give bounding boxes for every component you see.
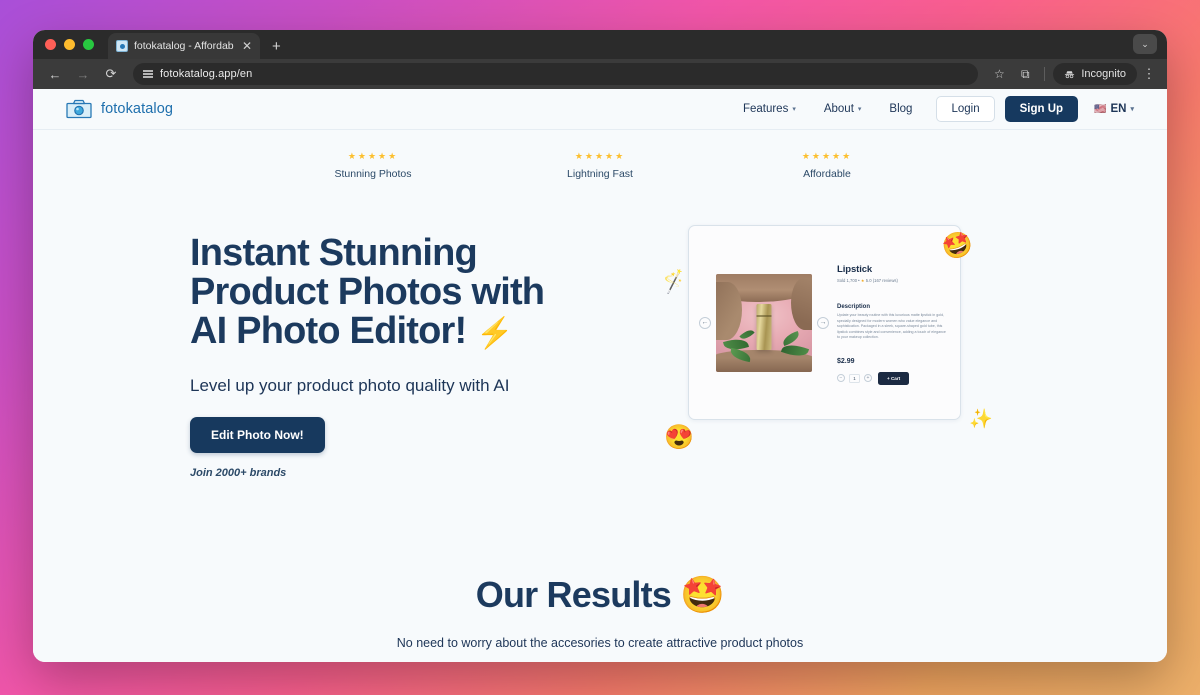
browser-tab[interactable]: fotokatalog - Affordable and ✕ bbox=[108, 33, 260, 59]
results-subtitle: No need to worry about the accesories to… bbox=[396, 636, 804, 651]
nav-item-blog[interactable]: Blog bbox=[875, 103, 926, 115]
reload-button[interactable]: ⟳ bbox=[99, 62, 123, 86]
language-selector[interactable]: 🇺🇸 EN ▾ bbox=[1094, 103, 1134, 115]
nav-item-features[interactable]: Features ▾ bbox=[729, 103, 810, 115]
minimize-window-button[interactable] bbox=[64, 39, 75, 50]
hero-section: Instant Stunning Product Photos with AI … bbox=[33, 180, 1167, 479]
nav-label: About bbox=[823, 103, 854, 115]
trust-badge: ★★★★★ Stunning Photos bbox=[283, 151, 463, 181]
nav-label: Blog bbox=[889, 103, 913, 115]
page-content: fotokatalog Features ▾ About ▾ Blog Logi… bbox=[33, 89, 1167, 662]
add-to-cart-button[interactable]: + Cart bbox=[878, 371, 910, 385]
share-icon[interactable]: ⧉ bbox=[1014, 63, 1036, 85]
tab-strip: fotokatalog - Affordable and ✕ + ⌄ bbox=[33, 30, 1167, 59]
product-photo bbox=[716, 273, 812, 372]
description-body: Update your beauty routine with this lux… bbox=[837, 313, 946, 340]
description-heading: Description bbox=[837, 304, 871, 311]
hero-subtitle: Level up your product photo quality with… bbox=[190, 376, 510, 396]
incognito-indicator[interactable]: Incognito bbox=[1053, 63, 1137, 85]
trust-label: Lightning Fast bbox=[567, 168, 633, 180]
tab-title: fotokatalog - Affordable and bbox=[134, 40, 234, 52]
product-sold-count: Sold 1,700 • bbox=[837, 278, 861, 284]
browser-window: fotokatalog - Affordable and ✕ + ⌄ ← → ⟳… bbox=[33, 30, 1167, 662]
trust-badge: ★★★★★ Lightning Fast bbox=[510, 151, 690, 181]
back-button[interactable]: ← bbox=[43, 62, 67, 86]
browser-toolbar: ← → ⟳ fotokatalog.app/en ☆ ⧉ Incognito ⋮ bbox=[33, 59, 1167, 89]
incognito-hat-icon bbox=[1065, 70, 1075, 78]
hero-title-line-1: Instant Stunning bbox=[190, 232, 478, 274]
trust-badge: ★★★★★ Affordable bbox=[737, 151, 917, 181]
login-button[interactable]: Login bbox=[936, 96, 995, 122]
quantity-increase-icon[interactable]: + bbox=[864, 374, 872, 383]
chevron-down-icon: ▾ bbox=[857, 106, 862, 113]
star-rating-icon: ★★★★★ bbox=[347, 151, 399, 161]
maximize-window-button[interactable] bbox=[83, 39, 94, 50]
trust-badges-row: ★★★★★ Stunning Photos ★★★★★ Lightning Fa… bbox=[33, 130, 1167, 181]
lightning-bolt-icon: ⚡ bbox=[476, 317, 513, 351]
us-flag-icon: 🇺🇸 bbox=[1094, 103, 1107, 115]
trust-label: Stunning Photos bbox=[334, 168, 412, 180]
hero-title-line-3: AI Photo Editor! bbox=[190, 310, 467, 353]
forward-button[interactable]: → bbox=[71, 62, 95, 86]
site-navigation: Features ▾ About ▾ Blog Login Sign Up 🇺🇸… bbox=[729, 96, 1134, 122]
brand-name: fotokatalog bbox=[101, 101, 174, 117]
heart-eyes-emoji-icon: 😍 bbox=[664, 424, 694, 452]
toolbar-divider bbox=[1044, 67, 1046, 81]
results-title-text: Our Results bbox=[475, 574, 672, 616]
camera-favicon-icon bbox=[116, 40, 128, 52]
page-title: Instant Stunning Product Photos with AI … bbox=[190, 232, 650, 353]
gallery-next-icon[interactable]: → bbox=[817, 316, 829, 329]
product-meta: Sold 1,700 • ★ 5.0 (167 reviews) bbox=[837, 278, 946, 283]
site-settings-icon[interactable] bbox=[143, 70, 153, 78]
quantity-decrease-icon[interactable]: − bbox=[837, 374, 845, 383]
chevron-down-icon[interactable]: ⌄ bbox=[1133, 34, 1157, 54]
product-gallery: ← → bbox=[699, 273, 829, 372]
hero-title-line-2: Product Photos with bbox=[190, 271, 545, 314]
site-header: fotokatalog Features ▾ About ▾ Blog Logi… bbox=[33, 89, 1167, 130]
new-tab-button[interactable]: + bbox=[272, 38, 281, 55]
browser-menu-icon[interactable]: ⋮ bbox=[1141, 66, 1157, 82]
quantity-value[interactable]: 1 bbox=[849, 373, 860, 383]
brands-count-text: Join 2000+ brands bbox=[190, 467, 287, 480]
signup-button[interactable]: Sign Up bbox=[1004, 96, 1079, 122]
chevron-down-icon: ▾ bbox=[1130, 106, 1134, 113]
brand-logo[interactable]: fotokatalog bbox=[66, 99, 173, 119]
chevron-down-icon: ▾ bbox=[792, 106, 796, 113]
product-price: $2.99 bbox=[837, 357, 855, 365]
magic-wand-icon: 🪄 bbox=[660, 268, 690, 297]
quantity-stepper[interactable]: − 1 + bbox=[837, 373, 872, 383]
product-details: Lipstick Sold 1,700 • ★ 5.0 (167 reviews… bbox=[837, 260, 950, 385]
hero-visual-column: ← → Lipstick Sold 1,700 • ★ 5.0 (167 rev… bbox=[660, 220, 993, 479]
close-tab-icon[interactable]: ✕ bbox=[240, 40, 254, 52]
star-rating-icon: ★★★★★ bbox=[574, 151, 626, 161]
results-section: Our Results 🤩 No need to worry about the… bbox=[33, 574, 1167, 650]
trust-label: Affordable bbox=[803, 168, 851, 180]
gallery-prev-icon[interactable]: ← bbox=[699, 316, 711, 329]
product-rating: 5.0 (167 reviews) bbox=[864, 278, 898, 284]
window-traffic-lights bbox=[45, 30, 108, 59]
sparkles-icon: ✨ bbox=[969, 409, 993, 431]
star-struck-emoji-icon: 🤩 bbox=[680, 574, 725, 616]
language-code: EN bbox=[1110, 103, 1127, 115]
bookmark-star-icon[interactable]: ☆ bbox=[988, 63, 1010, 85]
nav-item-about[interactable]: About ▾ bbox=[810, 103, 876, 115]
address-bar-url: fotokatalog.app/en bbox=[160, 68, 253, 80]
results-title: Our Results 🤩 bbox=[33, 574, 1167, 616]
purchase-row: − 1 + + Cart bbox=[837, 371, 946, 385]
address-bar[interactable]: fotokatalog.app/en bbox=[133, 63, 979, 85]
hero-text-column: Instant Stunning Product Photos with AI … bbox=[190, 220, 650, 479]
product-title: Lipstick bbox=[837, 264, 873, 276]
product-card-mockup: ← → Lipstick Sold 1,700 • ★ 5.0 (167 rev… bbox=[688, 225, 961, 420]
nav-label: Features bbox=[742, 103, 789, 115]
close-window-button[interactable] bbox=[45, 39, 56, 50]
incognito-label: Incognito bbox=[1081, 68, 1126, 80]
camera-logo-icon bbox=[66, 99, 92, 119]
star-rating-icon: ★★★★★ bbox=[801, 151, 853, 161]
edit-photo-now-button[interactable]: Edit Photo Now! bbox=[190, 417, 325, 454]
